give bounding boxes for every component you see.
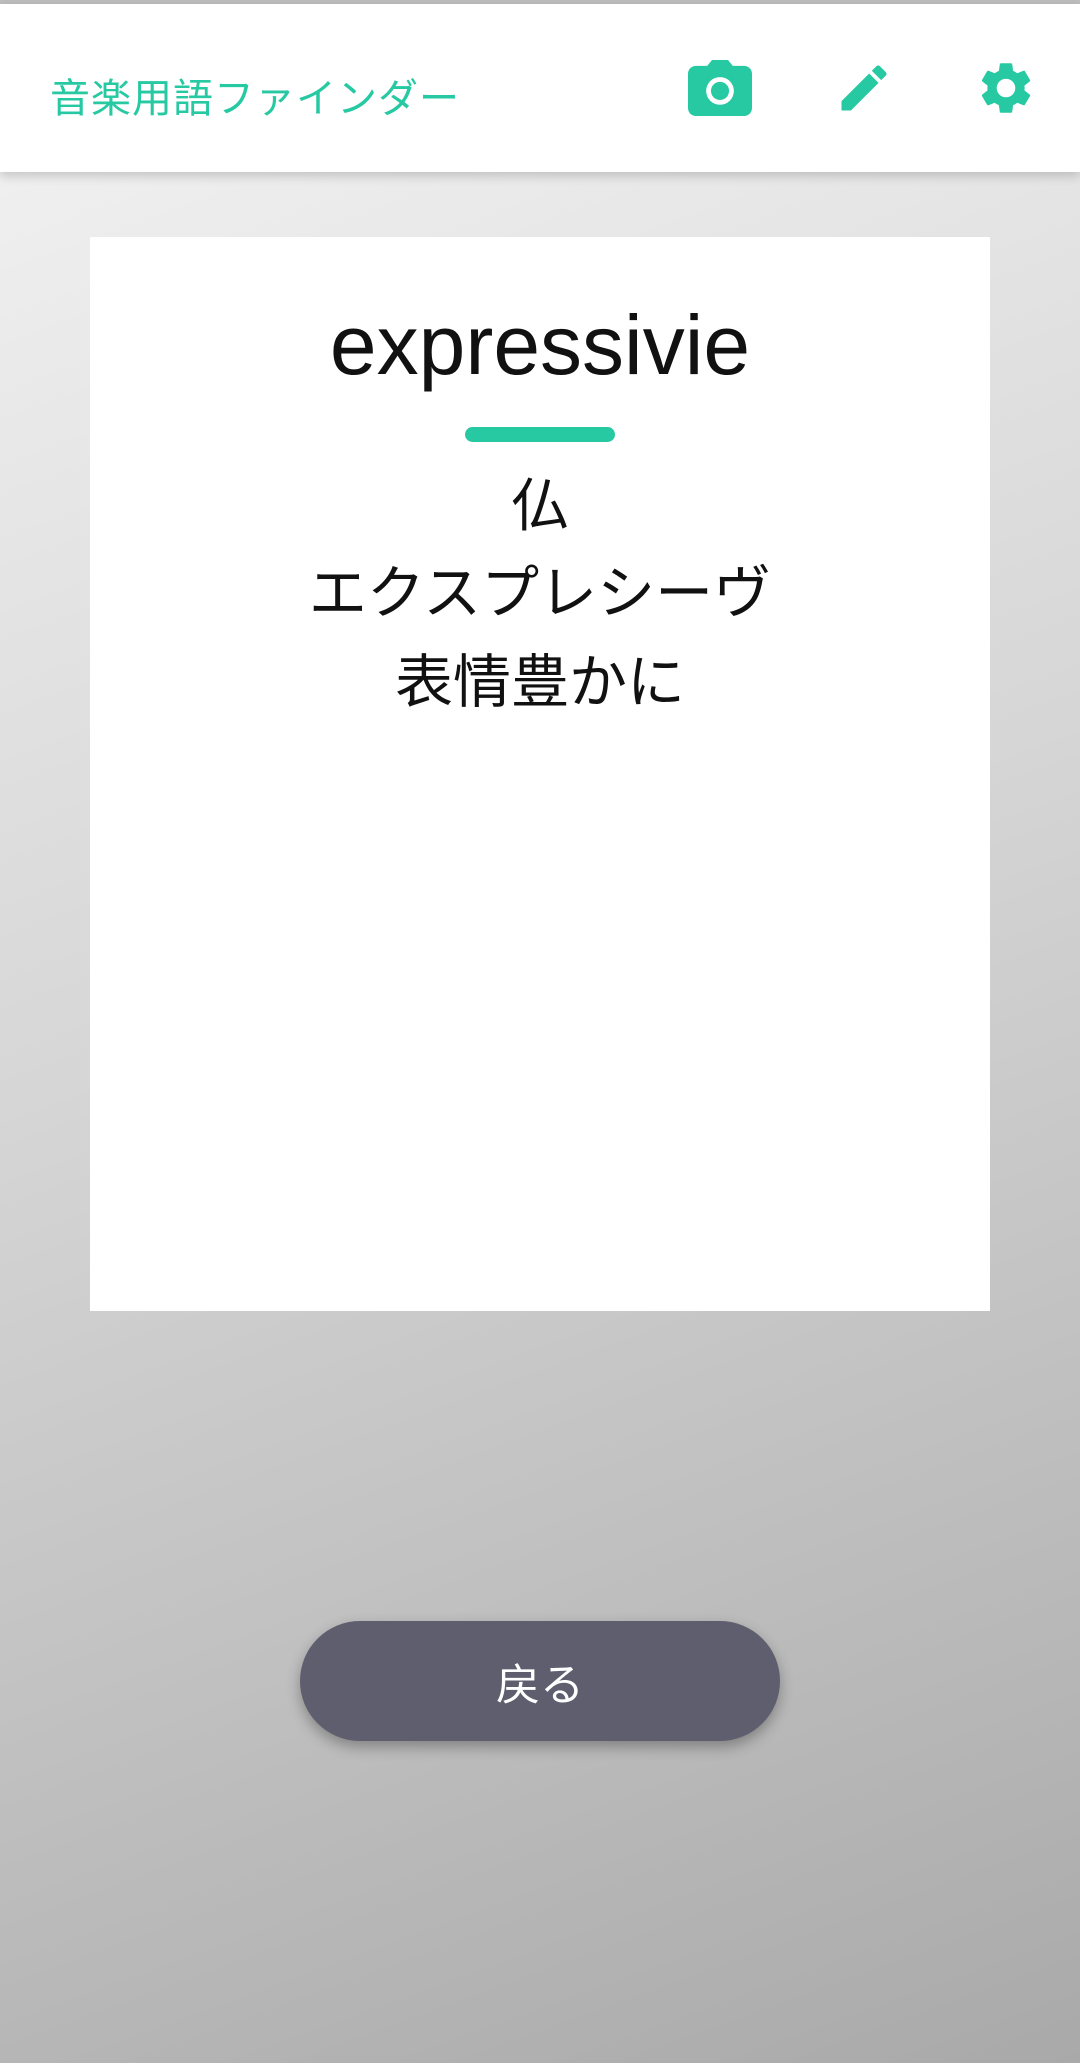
title-underline [465, 427, 615, 442]
pencil-icon [841, 65, 887, 111]
camera-button[interactable] [686, 54, 754, 122]
edit-button[interactable] [830, 54, 898, 122]
app-bar: 音楽用語ファインダー [0, 4, 1080, 172]
gear-icon [981, 63, 1031, 113]
back-button[interactable]: 戻る [300, 1621, 780, 1741]
term-meaning: 表情豊かに [394, 648, 685, 716]
term-card: expressivie 仏 エクスプレシーヴ 表情豊かに [90, 237, 990, 1311]
term-title: expressivie [329, 298, 751, 392]
settings-button[interactable] [972, 54, 1040, 122]
term-origin: 仏 [510, 472, 569, 540]
app-title: 音楽用語ファインダー [50, 76, 460, 122]
camera-icon [688, 60, 752, 116]
term-reading: エクスプレシーヴ [308, 559, 772, 627]
